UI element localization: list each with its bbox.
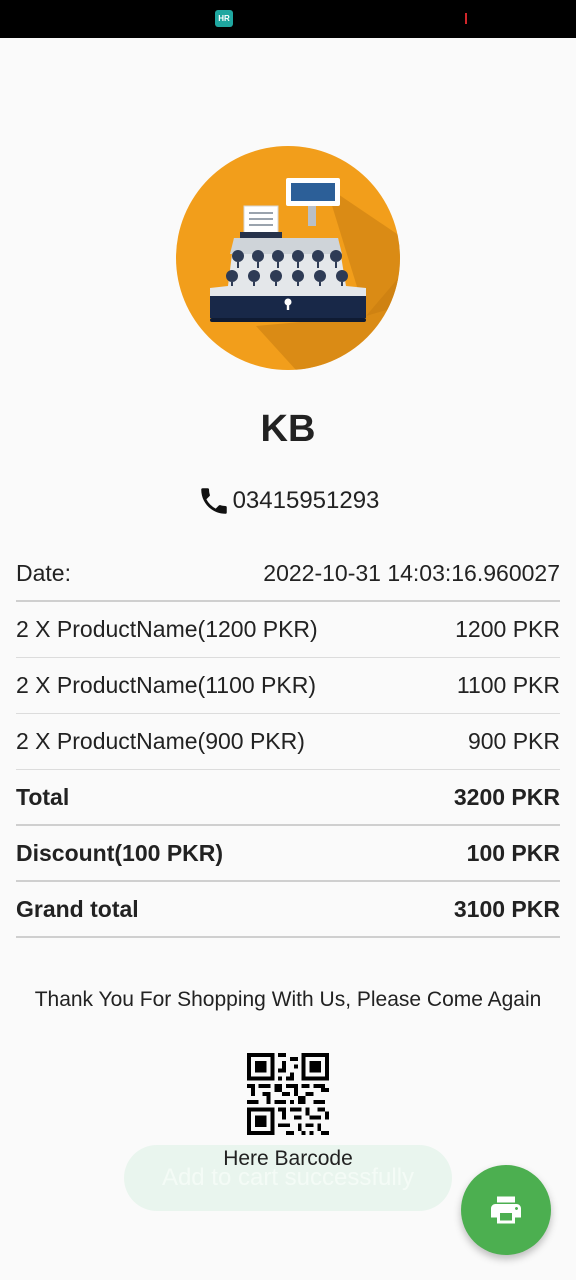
qr-code: [247, 1053, 329, 1135]
status-bar: HR: [0, 0, 576, 38]
receipt-table: Date: 2022-10-31 14:03:16.960027 2 X Pro…: [16, 547, 560, 938]
app-notification-icon: HR: [215, 10, 233, 27]
print-button[interactable]: [461, 1165, 551, 1255]
item-amount: 1200 PKR: [455, 616, 560, 642]
grand-total-value: 3100 PKR: [453, 895, 560, 922]
line-item-row: 2 X ProductName(1100 PKR) 1100 PKR: [16, 658, 560, 714]
item-label: 2 X ProductName(1200 PKR): [16, 616, 318, 642]
cash-register-icon: [176, 146, 400, 370]
date-label: Date:: [16, 560, 71, 586]
total-label: Total: [16, 783, 70, 810]
line-item-row: 2 X ProductName(1200 PKR) 1200 PKR: [16, 602, 560, 658]
grand-total-label: Grand total: [16, 895, 139, 922]
date-row: Date: 2022-10-31 14:03:16.960027: [16, 547, 560, 602]
item-amount: 1100 PKR: [456, 672, 560, 698]
item-amount: 900 PKR: [467, 728, 560, 754]
phone-row: 03415951293: [0, 484, 576, 518]
item-label: 2 X ProductName(900 PKR): [16, 728, 305, 754]
total-value: 3200 PKR: [453, 783, 560, 810]
discount-value: 100 PKR: [466, 839, 560, 866]
grand-total-row: Grand total 3100 PKR: [16, 882, 560, 938]
discount-row: Discount(100 PKR) 100 PKR: [16, 826, 560, 882]
discount-label: Discount(100 PKR): [16, 839, 224, 866]
item-label: 2 X ProductName(1100 PKR): [16, 672, 316, 698]
phone-icon: [197, 484, 231, 518]
total-row: Total 3200 PKR: [16, 770, 560, 826]
line-item-row: 2 X ProductName(900 PKR) 900 PKR: [16, 714, 560, 770]
print-icon: [491, 1196, 521, 1224]
recording-indicator-icon: [465, 13, 467, 24]
store-name: KB: [260, 408, 316, 450]
phone-number: 03415951293: [232, 487, 380, 514]
thank-you-message: Thank You For Shopping With Us, Please C…: [34, 988, 542, 1011]
date-value: 2022-10-31 14:03:16.960027: [263, 560, 560, 586]
cash-register-logo: [176, 146, 400, 370]
